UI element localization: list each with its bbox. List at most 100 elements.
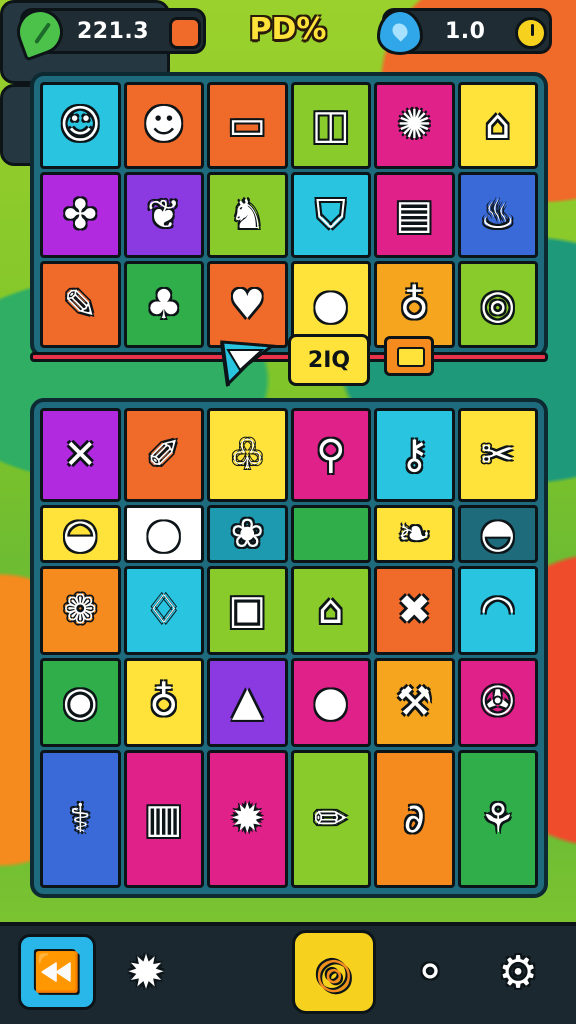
chest-icon[interactable] bbox=[384, 336, 434, 376]
key-icon: ⚷ bbox=[399, 431, 429, 478]
dial-icon: ◉ bbox=[62, 679, 98, 726]
rewind-icon: ⏪ bbox=[33, 949, 81, 994]
bottom-tile[interactable]: ◉ bbox=[40, 657, 121, 747]
cherries-icon: ♧ bbox=[229, 431, 266, 478]
top-tile[interactable]: ☻ bbox=[123, 82, 204, 169]
frame-icon: ▣ bbox=[228, 587, 267, 634]
lives-value: 1.0 bbox=[445, 18, 486, 44]
gift-box-icon: ▭ bbox=[228, 102, 267, 149]
cube-icon: ◫ bbox=[311, 102, 350, 149]
top-tile[interactable]: ✎ bbox=[40, 261, 121, 348]
top-tile[interactable]: ♞ bbox=[207, 171, 288, 259]
bottom-tile[interactable]: ✂ bbox=[457, 408, 538, 502]
palm-tree-icon: ♣ bbox=[145, 281, 182, 328]
back-button[interactable]: ⏪ bbox=[18, 934, 96, 1010]
apple-icon: ♥ bbox=[229, 281, 266, 328]
top-tile[interactable]: ♣ bbox=[123, 261, 204, 348]
bottom-tile[interactable]: ⚷ bbox=[374, 408, 455, 502]
fire-bush-icon: ✺ bbox=[397, 102, 431, 149]
flame-icon: ♨ bbox=[479, 191, 516, 238]
top-tile[interactable]: ✤ bbox=[40, 171, 121, 259]
bottom-tile[interactable]: ⚲ bbox=[290, 408, 371, 502]
bottom-tile[interactable]: ⚒ bbox=[374, 657, 455, 747]
bottom-tile[interactable]: ◒ bbox=[40, 504, 121, 563]
top-tile[interactable]: ◎ bbox=[457, 261, 538, 348]
bottom-tile[interactable]: ❀ bbox=[207, 504, 288, 563]
tools-icon: ✂ bbox=[480, 431, 515, 478]
bottom-tile[interactable]: ♧ bbox=[207, 408, 288, 502]
ball-icon: ● bbox=[146, 510, 182, 557]
flag-icon bbox=[220, 340, 276, 388]
clock-icon[interactable] bbox=[515, 17, 547, 49]
dish-icon: ◓ bbox=[480, 510, 516, 557]
top-tile[interactable]: ▭ bbox=[207, 82, 288, 169]
pencil-icon: ✐ bbox=[146, 431, 181, 478]
pot-icon: ◒ bbox=[62, 510, 98, 557]
settings-button[interactable]: ⚙ bbox=[490, 944, 546, 1000]
cane-icon: ⚘ bbox=[479, 795, 516, 842]
top-tile[interactable]: ☺ bbox=[40, 82, 121, 169]
bottom-tile[interactable]: ♢ bbox=[123, 565, 204, 655]
compass-icon: ◎ bbox=[315, 947, 353, 997]
score-label: 2IQ bbox=[288, 334, 370, 386]
balloon-face-icon: ♢ bbox=[145, 587, 182, 634]
search-button[interactable]: ⚬ bbox=[402, 944, 458, 1000]
bottom-tile[interactable]: ⚕ bbox=[40, 749, 121, 888]
bug-icon: ✤ bbox=[63, 191, 97, 238]
top-tile[interactable]: ♁ bbox=[374, 261, 455, 348]
bottom-tile[interactable]: ✹ bbox=[207, 749, 288, 888]
crossed-tools-icon: ✖ bbox=[397, 587, 431, 634]
top-tile[interactable]: ✺ bbox=[374, 82, 455, 169]
pen-icon: ✎ bbox=[63, 281, 97, 328]
bottom-tile[interactable]: ▣ bbox=[207, 565, 288, 655]
cat-icon: ♞ bbox=[229, 191, 266, 238]
lives-counter[interactable]: 1.0 bbox=[377, 8, 552, 55]
top-tile[interactable]: ▤ bbox=[374, 171, 455, 259]
top-tile[interactable]: ⛉ bbox=[290, 171, 371, 259]
top-tile[interactable]: ⌂ bbox=[457, 82, 538, 169]
bottom-tile[interactable]: ∂ bbox=[374, 749, 455, 888]
house-box-icon: ⌂ bbox=[485, 102, 511, 149]
lemon-icon: ✹ bbox=[230, 795, 264, 842]
lightbulb-icon: ♁ bbox=[149, 679, 179, 726]
top-tile[interactable]: ❦ bbox=[123, 171, 204, 259]
ball-button[interactable]: ✹ bbox=[118, 944, 174, 1000]
shield-icon: ⛉ bbox=[315, 191, 346, 238]
crossed-pencils-icon: ✕ bbox=[63, 431, 97, 478]
marker-icon: ✏ bbox=[313, 795, 348, 842]
top-tile[interactable]: ◫ bbox=[290, 82, 371, 169]
gear-icon: ⚙ bbox=[498, 946, 538, 998]
bottom-tile[interactable]: ✏ bbox=[290, 749, 371, 888]
bottom-tile[interactable]: ▥ bbox=[123, 749, 204, 888]
balloon-icon: ● bbox=[313, 281, 349, 328]
bottom-tile[interactable]: ⚘ bbox=[457, 749, 538, 888]
top-tile[interactable]: ♥ bbox=[207, 261, 288, 348]
search-icon: ⚬ bbox=[411, 946, 449, 998]
bottom-tile[interactable]: ▲ bbox=[207, 657, 288, 747]
bottom-tile[interactable]: ♁ bbox=[123, 657, 204, 747]
bottom-tile[interactable]: ◠ bbox=[457, 565, 538, 655]
bottom-tile[interactable]: ✕ bbox=[40, 408, 121, 502]
bottom-tile[interactable]: ✖ bbox=[374, 565, 455, 655]
bottom-tile[interactable]: ⌂ bbox=[290, 565, 371, 655]
bottom-tile[interactable]: ❁ bbox=[40, 565, 121, 655]
bottom-tile[interactable]: ● bbox=[290, 657, 371, 747]
heart-icon bbox=[377, 9, 423, 55]
bottom-tile[interactable]: ✐ bbox=[123, 408, 204, 502]
compass-icon: ◎ bbox=[480, 281, 516, 328]
cone-icon: ▲ bbox=[231, 679, 263, 726]
hat-icon: ◠ bbox=[480, 587, 516, 634]
play-button[interactable]: ◎ bbox=[292, 930, 376, 1014]
caterpillar-icon: ❀ bbox=[230, 510, 264, 557]
soccer-ball-icon: ✹ bbox=[126, 945, 166, 999]
bottom-tile[interactable]: ● bbox=[123, 504, 204, 563]
swan-icon: ∂ bbox=[403, 795, 425, 842]
bottom-tile[interactable]: ❧ bbox=[374, 504, 455, 563]
bottom-tile[interactable]: ◓ bbox=[457, 504, 538, 563]
book-icon: ▤ bbox=[395, 191, 434, 238]
top-tile[interactable]: ♨ bbox=[457, 171, 538, 259]
leaf-icon: ❁ bbox=[63, 587, 97, 634]
face-icon: ☺ bbox=[59, 102, 102, 149]
bottom-tile[interactable] bbox=[290, 504, 371, 563]
bottom-tile[interactable]: ✇ bbox=[457, 657, 538, 747]
